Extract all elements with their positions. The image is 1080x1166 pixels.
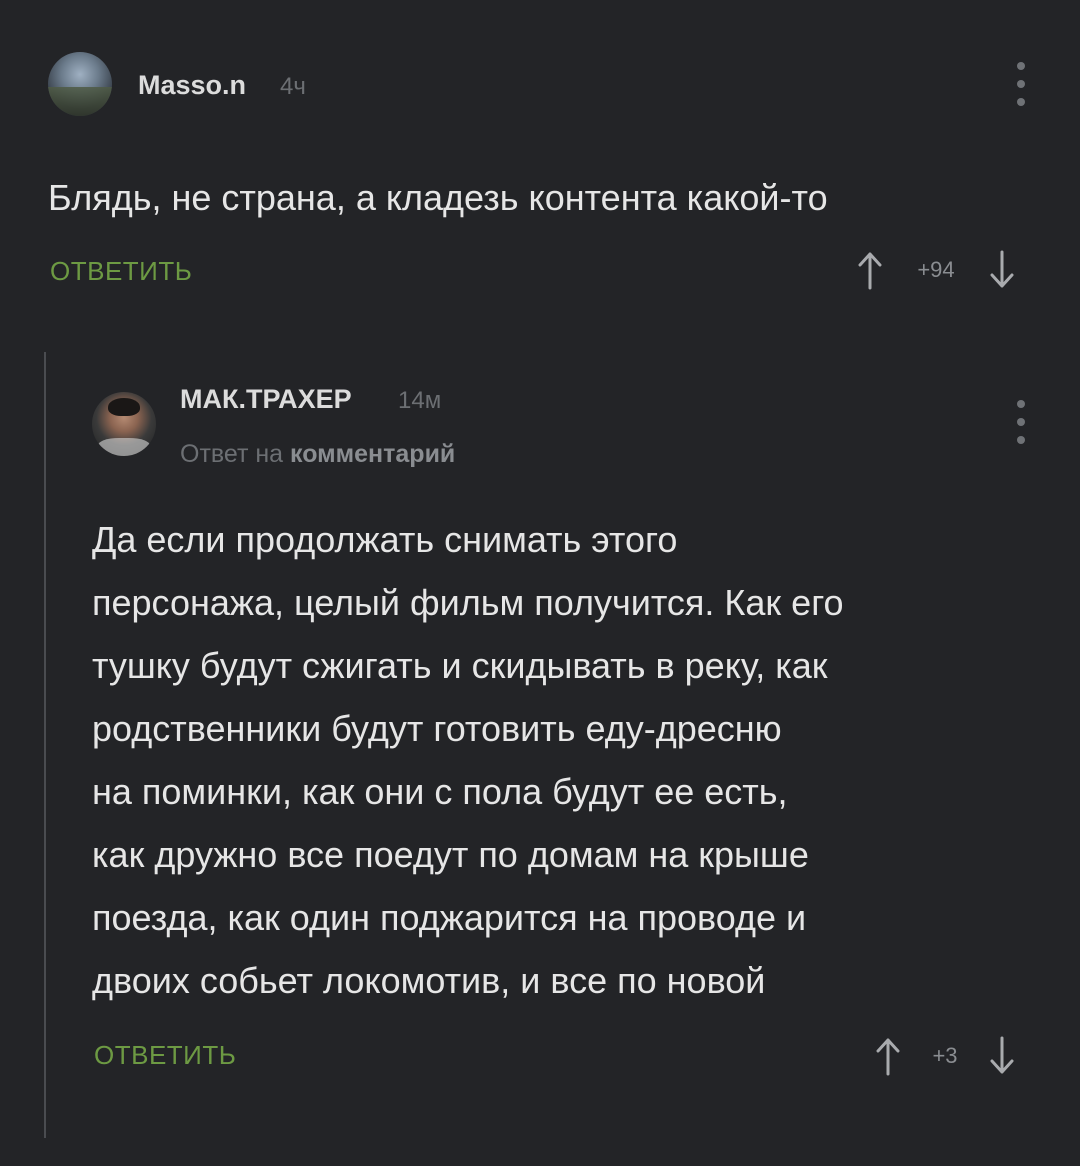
text-line: поезда, как один поджарится на проводе и [92, 897, 807, 938]
thread-line [44, 352, 46, 1138]
text-line: Да если продолжать снимать этого [92, 519, 678, 560]
comment-time: 4ч [280, 73, 306, 100]
reply-to: Ответ на комментарий [180, 440, 455, 469]
arrow-down-icon[interactable] [984, 248, 1020, 292]
more-vertical-icon[interactable] [1011, 400, 1031, 444]
comment-text: Да если продолжать снимать этого персона… [92, 508, 844, 1012]
arrow-up-icon[interactable] [852, 248, 888, 292]
text-line: двоих собьет локомотив, и все по новой [92, 960, 766, 1001]
rating-value: +3 [932, 1043, 958, 1068]
vote-controls: +3 [870, 1034, 1020, 1078]
arrow-down-icon[interactable] [984, 1034, 1020, 1078]
text-line: тушку будут сжигать и скидывать в реку, … [92, 645, 828, 686]
username[interactable]: Masso.n [138, 70, 246, 101]
arrow-up-icon[interactable] [870, 1034, 906, 1078]
text-line: как дружно все поедут по домам на крыше [92, 834, 809, 875]
more-vertical-icon[interactable] [1011, 62, 1031, 106]
vote-controls: +94 [852, 248, 1020, 292]
text-line: на поминки, как они с пола будут ее есть… [92, 771, 788, 812]
text-line: персонажа, целый фильм получится. Как ег… [92, 582, 844, 623]
rating-value: +94 [917, 257, 955, 282]
username[interactable]: МАК.ТРАХЕР [180, 384, 352, 415]
avatar[interactable] [92, 392, 156, 456]
avatar[interactable] [48, 52, 112, 116]
comment-text: Блядь, не страна, а кладезь контента как… [48, 177, 828, 218]
reply-button[interactable]: ОТВЕТИТЬ [50, 256, 192, 287]
comment-time: 14м [398, 387, 442, 414]
text-line: родственники будут готовить еду-дресню [92, 708, 782, 749]
reply-to-prefix: Ответ на [180, 440, 284, 468]
reply-to-link[interactable]: комментарий [290, 440, 455, 468]
reply-button[interactable]: ОТВЕТИТЬ [94, 1040, 236, 1071]
